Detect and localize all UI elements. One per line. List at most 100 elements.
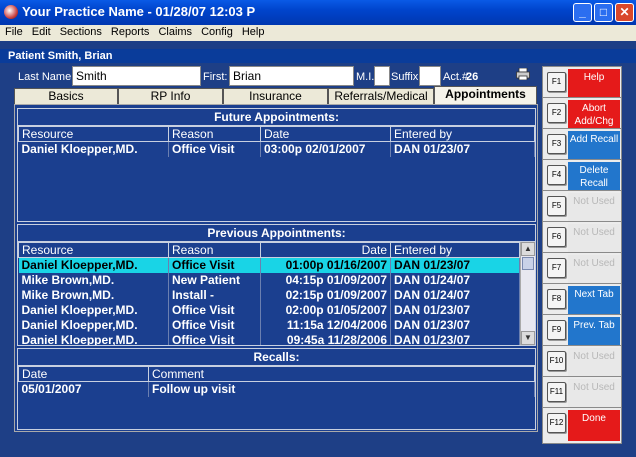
first-name-field[interactable]: Brian [229, 66, 354, 86]
col-resource[interactable]: Resource [18, 242, 169, 258]
table-cell: DAN 01/23/07 [390, 302, 520, 318]
table-cell: Daniel Kloepper,MD. [18, 317, 169, 333]
fkey-label: Delete Recall [568, 162, 620, 193]
title-bar: Your Practice Name - 01/28/07 12:03 P _ … [0, 0, 636, 25]
fkey-label: Not Used [568, 255, 620, 286]
minimize-button[interactable]: _ [573, 3, 592, 22]
key-cap-icon: F8 [547, 289, 566, 309]
future-appointments-title: Future Appointments: [18, 109, 535, 126]
future-appointments-table: Resource Reason Date Entered by Daniel K… [18, 126, 535, 157]
menu-sections[interactable]: Sections [55, 25, 106, 38]
col-date[interactable]: Date [260, 242, 391, 258]
menu-help[interactable]: Help [237, 25, 269, 38]
table-cell: Daniel Kloepper,MD. [18, 332, 169, 345]
menu-reports[interactable]: Reports [106, 25, 154, 38]
menu-config[interactable]: Config [196, 25, 237, 38]
close-button[interactable]: ✕ [615, 3, 634, 22]
menu-file[interactable]: File [0, 25, 27, 38]
col-date[interactable]: Date [18, 366, 149, 382]
col-entered-by[interactable]: Entered by [390, 126, 535, 142]
suffix-label: Suffix [391, 71, 419, 83]
vertical-scrollbar[interactable]: ▲ ▼ [520, 242, 535, 345]
table-cell: Daniel Kloepper,MD. [18, 141, 169, 157]
table-cell: Office Visit [168, 332, 261, 345]
table-cell: Mike Brown,MD. [18, 287, 169, 303]
table-cell: New Patient [168, 272, 261, 288]
scroll-up-icon[interactable]: ▲ [521, 242, 535, 256]
table-cell: Follow up visit [148, 381, 535, 397]
tab-rp-info[interactable]: RP Info [118, 88, 223, 104]
previous-appointment-row[interactable]: Daniel Kloepper,MD. Office Visit 09:45a 11… [18, 332, 520, 345]
col-reason[interactable]: Reason [168, 242, 261, 258]
table-cell: Office Visit [168, 141, 261, 157]
key-cap-icon: F10 [547, 351, 566, 371]
first-name-label: First: [203, 71, 228, 83]
previous-appointment-row[interactable]: Daniel Kloepper,MD. Office Visit 01:00p 01… [18, 257, 520, 273]
table-cell: Install - [168, 287, 261, 303]
menu-claims[interactable]: Claims [153, 25, 196, 38]
table-cell: DAN 01/24/07 [390, 287, 520, 303]
key-cap-icon: F9 [547, 320, 566, 340]
tab-basics[interactable]: Basics [14, 88, 118, 104]
account-label: Act.# [443, 71, 469, 83]
table-cell: 11:15a 12/04/2006 [260, 317, 391, 333]
previous-appointments-section: Previous Appointments: Resource Reason D… [17, 224, 536, 346]
future-appointment-row[interactable]: Daniel Kloepper,MD. Office Visit 03:00p 02… [18, 141, 535, 157]
window-title: Your Practice Name - 01/28/07 12:03 P [22, 4, 256, 19]
account-number: 26 [466, 71, 479, 83]
mi-label: M.I. [356, 71, 375, 83]
table-cell: 04:15p 01/09/2007 [260, 272, 391, 288]
previous-appointments-table: Resource Reason Date Entered by Daniel K… [18, 242, 520, 345]
recalls-table: Date Comment 05/01/2007 Follow up visit [18, 366, 535, 397]
col-date[interactable]: Date [260, 126, 391, 142]
key-cap-icon: F5 [547, 196, 566, 216]
key-cap-icon: F7 [547, 258, 566, 278]
menu-edit[interactable]: Edit [27, 25, 55, 38]
col-comment[interactable]: Comment [148, 366, 535, 382]
suffix-field[interactable] [419, 66, 441, 86]
table-cell: Office Visit [168, 317, 261, 333]
fkey-label: Next Tab [568, 286, 620, 317]
fkey-label: Prev. Tab [568, 317, 620, 348]
col-entered-by[interactable]: Entered by [390, 242, 520, 258]
table-cell: Mike Brown,MD. [18, 272, 169, 288]
table-cell: Office Visit [168, 257, 261, 273]
table-cell: 09:45a 11/28/2006 [260, 332, 391, 345]
previous-appointments-title: Previous Appointments: [18, 225, 535, 242]
col-resource[interactable]: Resource [18, 126, 169, 142]
table-cell: Office Visit [168, 302, 261, 318]
appointments-panel: Future Appointments: Resource Reason Dat… [14, 104, 538, 432]
previous-appointment-row[interactable]: Mike Brown,MD. New Patient 04:15p 01/09/20… [18, 272, 520, 288]
tab-insurance[interactable]: Insurance [223, 88, 328, 104]
app-icon [4, 5, 18, 19]
scroll-down-icon[interactable]: ▼ [521, 331, 535, 345]
table-cell: DAN 01/23/07 [390, 332, 520, 345]
fkey-label: Help [568, 69, 620, 100]
tab-referrals-medical[interactable]: Referrals/Medical [328, 88, 434, 104]
scroll-thumb[interactable] [522, 257, 534, 270]
recall-row[interactable]: 05/01/2007 Follow up visit [18, 381, 535, 397]
col-reason[interactable]: Reason [168, 126, 261, 142]
fkey-label: Not Used [568, 224, 620, 255]
table-cell: DAN 01/23/07 [390, 317, 520, 333]
previous-appointment-row[interactable]: Daniel Kloepper,MD. Office Visit 11:15a 12… [18, 317, 520, 333]
table-cell: DAN 01/23/07 [390, 141, 535, 157]
mi-field[interactable] [374, 66, 390, 86]
patient-header: Patient Smith, Brian [0, 49, 636, 63]
tab-appointments[interactable]: Appointments [434, 86, 537, 105]
table-cell: 02:00p 01/05/2007 [260, 302, 391, 318]
maximize-button[interactable]: □ [594, 3, 613, 22]
recalls-title: Recalls: [18, 349, 535, 366]
key-cap-icon: F4 [547, 165, 566, 185]
key-cap-icon: F2 [547, 103, 566, 123]
fkey-label: Abort Add/Chg [568, 100, 620, 131]
printer-icon[interactable] [516, 68, 530, 80]
key-cap-icon: F11 [547, 382, 566, 402]
table-cell: DAN 01/24/07 [390, 272, 520, 288]
menu-bar: File Edit Sections Reports Claims Config Help [0, 25, 636, 41]
last-name-field[interactable]: Smith [72, 66, 201, 86]
previous-appointment-row[interactable]: Daniel Kloepper,MD. Office Visit 02:00p 01… [18, 302, 520, 318]
fkey-label: Add Recall [568, 131, 620, 162]
fkey-f12-button[interactable]: F12 Done [542, 407, 622, 444]
previous-appointment-row[interactable]: Mike Brown,MD. Install -02:15p 01/09/2007… [18, 287, 520, 303]
